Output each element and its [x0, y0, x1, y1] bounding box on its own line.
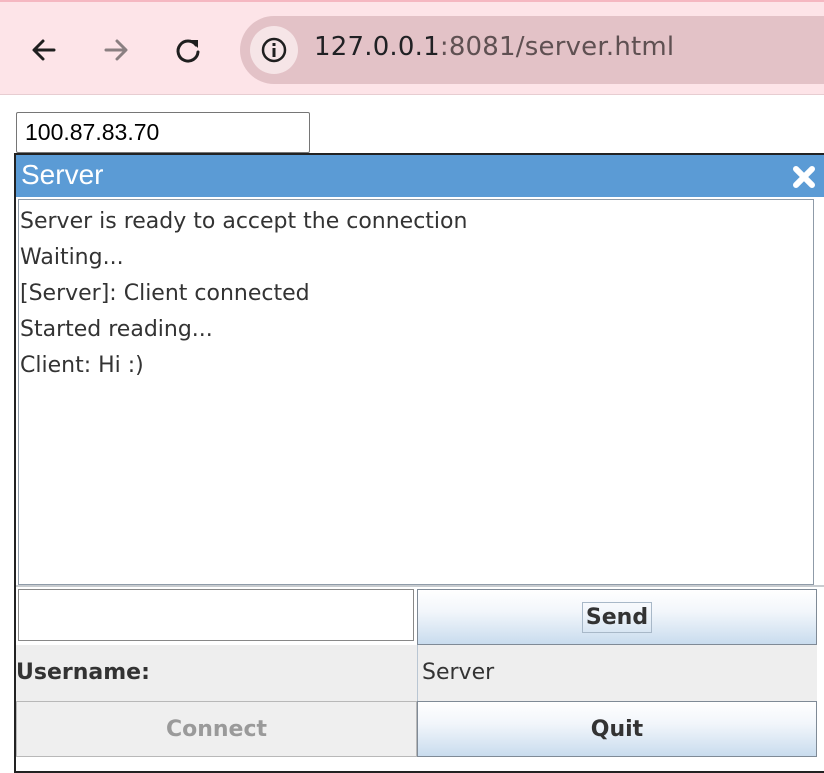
send-button-label: Send: [581, 601, 653, 633]
reload-button[interactable]: [168, 30, 208, 70]
address-bar[interactable]: 127.0.0.1:8081/server.html: [240, 16, 824, 84]
chat-message: Client: Hi :): [20, 353, 144, 378]
divider: [16, 585, 824, 587]
reload-icon: [176, 39, 200, 63]
send-button[interactable]: Send: [417, 589, 817, 645]
chat-message: Waiting...: [20, 245, 124, 270]
quit-button[interactable]: Quit: [417, 701, 817, 757]
info-icon: [261, 37, 287, 63]
username-label: Username:: [16, 645, 417, 701]
site-info-button[interactable]: [250, 26, 298, 74]
close-icon: [793, 166, 815, 188]
back-arrow-icon: [32, 39, 56, 61]
url-text[interactable]: 127.0.0.1:8081/server.html: [314, 32, 674, 62]
message-input[interactable]: [18, 589, 414, 641]
chat-message: Started reading...: [20, 317, 213, 342]
url-host: 127.0.0.1: [314, 32, 440, 62]
chat-message: [Server]: Client connected: [20, 281, 310, 306]
forward-button[interactable]: [96, 30, 136, 70]
forward-arrow-icon: [104, 39, 128, 61]
browser-toolbar: 127.0.0.1:8081/server.html: [0, 0, 824, 95]
close-button[interactable]: [790, 163, 818, 191]
window-title: Server: [21, 159, 104, 190]
server-window: Server Server is ready to accept the con…: [14, 153, 824, 773]
username-field[interactable]: Server: [417, 645, 817, 701]
chat-log[interactable]: Server is ready to accept the connection…: [18, 199, 814, 585]
ip-address-input[interactable]: [16, 112, 310, 153]
back-button[interactable]: [24, 30, 64, 70]
url-path: :8081/server.html: [439, 32, 675, 62]
chat-message: Server is ready to accept the connection: [20, 209, 468, 234]
window-titlebar[interactable]: Server: [16, 155, 824, 197]
connect-button[interactable]: Connect: [16, 701, 417, 757]
